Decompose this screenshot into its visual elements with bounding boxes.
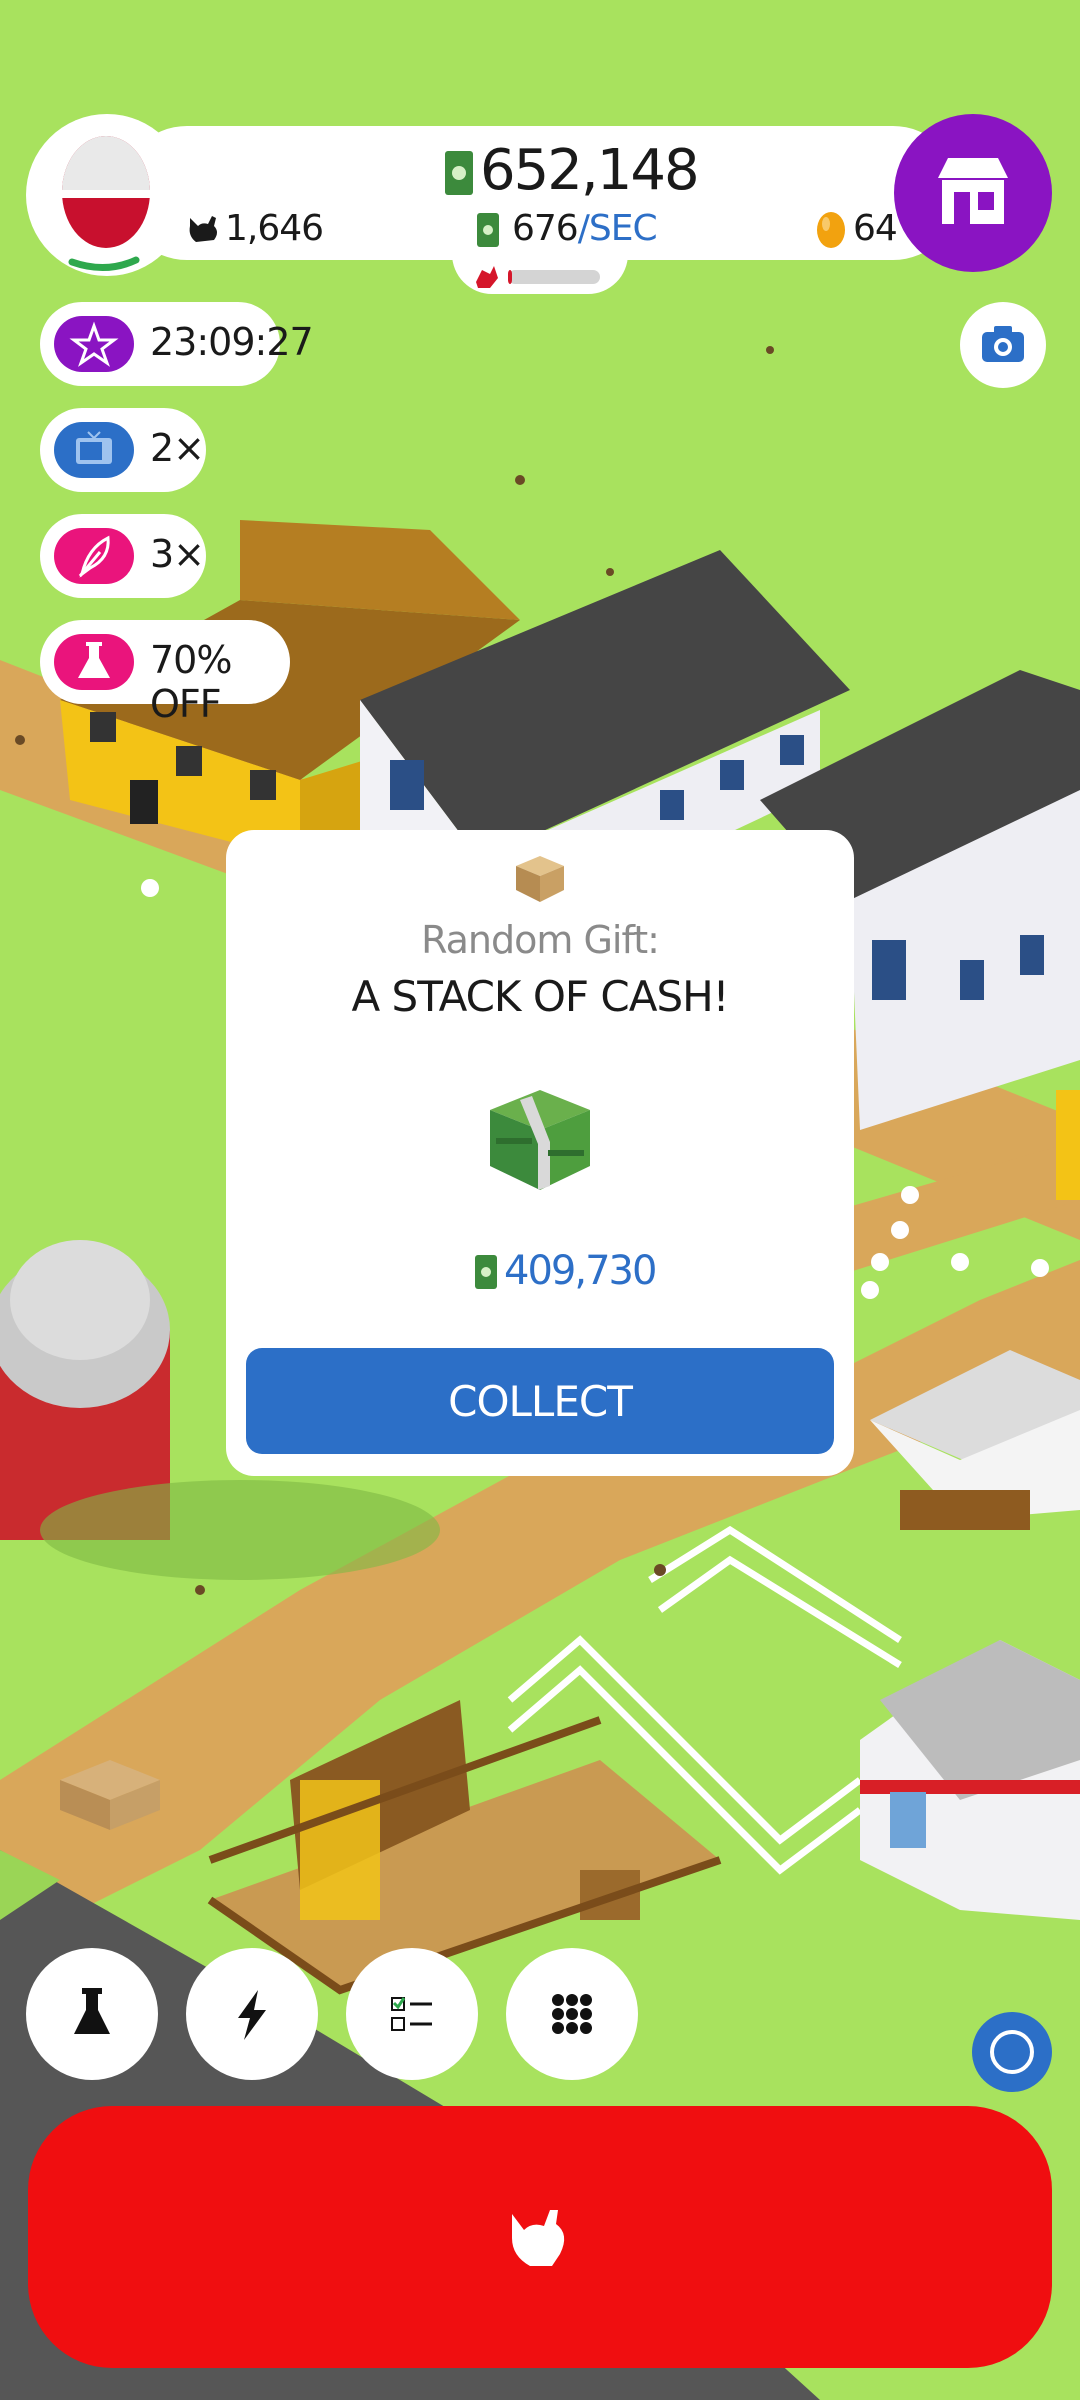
gift-box-icon [516,856,564,902]
tv-icon [54,422,134,478]
golden-egg-count: 64 [853,208,898,249]
random-gift-dialog: Random Gift: A STACK OF CASH! 409,730 CO… [226,830,854,1476]
lightning-icon [238,1990,266,2040]
golden-egg-icon [817,212,845,248]
circle-icon [990,2030,1034,2074]
hatchery-chicken-icon [476,266,498,288]
chicken-icon [512,2210,565,2266]
egg-avatar[interactable] [26,114,188,276]
quests-button[interactable] [346,1948,478,2080]
boosts-button[interactable] [186,1948,318,2080]
research-button[interactable] [26,1948,158,2080]
gift-title: A STACK OF CASH! [351,972,729,1021]
tv-boost-pill[interactable]: 2× [40,408,206,492]
gift-amount: 409,730 [504,1248,657,1294]
star-icon [54,316,134,372]
hatchery-fill [508,270,512,284]
grid-icon [552,1994,592,2034]
cash-rate-icon [477,213,499,247]
shop-button[interactable] [894,114,1052,272]
camera-button[interactable] [960,302,1046,388]
tv-multiplier: 2× [150,426,205,470]
research-discount-pill[interactable]: 70% OFF [40,620,290,726]
egg-icon [62,136,150,272]
menu-button[interactable] [506,1948,638,2080]
cash-icon [445,151,473,195]
feather-multiplier: 3× [150,532,205,576]
chicken-count: 1,646 [225,208,324,249]
feather-icon [54,528,134,584]
cash-rate: 676/SEC [512,208,658,249]
cash-amount: 652,148 [480,138,700,203]
hatch-chicken-button[interactable] [28,2106,1052,2368]
collect-button[interactable]: COLLECT [246,1348,834,1454]
store-icon [938,158,1008,224]
assistant-button[interactable] [972,2012,1052,2092]
cash-rate-value: 676 [512,208,579,249]
boost-timer: 23:09:27 [150,320,314,364]
checklist-icon [391,1997,432,2031]
chicken-count-icon [189,216,217,242]
feather-boost-pill[interactable]: 3× [40,514,206,598]
gift-cash-icon [475,1255,497,1289]
camera-icon [982,326,1024,362]
cash-stack-icon [490,1090,590,1190]
hatchery-capacity [476,266,600,288]
research-discount: 70% OFF [150,638,232,726]
flask-icon [74,1988,110,2034]
boost-timer-pill[interactable]: 23:09:27 [40,302,314,386]
gift-subtitle: Random Gift: [421,918,660,962]
flask-icon [54,634,134,690]
cash-rate-unit: /SEC [577,208,658,249]
